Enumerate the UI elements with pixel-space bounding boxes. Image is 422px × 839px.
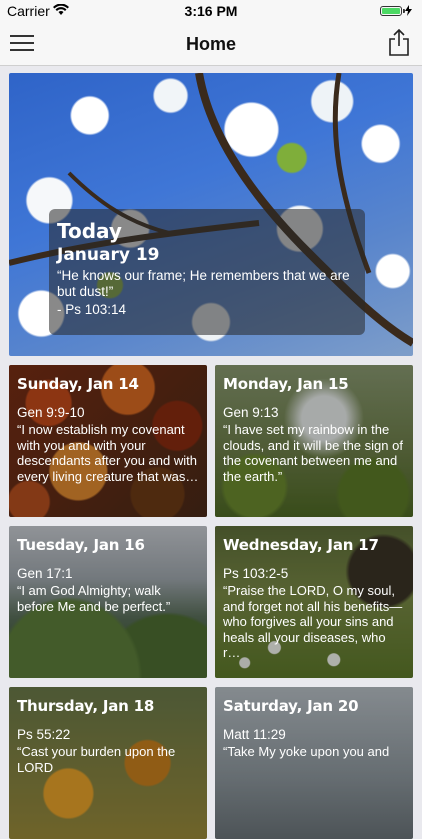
card-verse: “I have set my rainbow in the clouds, an… [223, 422, 403, 484]
devotion-card-thursday[interactable]: Thursday, Jan 18 Ps 55:22 “Cast your bur… [9, 687, 207, 839]
card-reference: Gen 9:13 [223, 405, 279, 420]
card-reference: Ps 103:2-5 [223, 566, 289, 581]
devotion-card-monday[interactable]: Monday, Jan 15 Gen 9:13 “I have set my r… [215, 365, 413, 517]
card-day: Thursday, Jan 18 [17, 697, 155, 715]
page-title: Home [185, 34, 236, 54]
card-verse: “Praise the LORD, O my soul, and forget … [223, 583, 403, 660]
share-icon[interactable] [388, 29, 410, 57]
card-day: Sunday, Jan 14 [17, 375, 139, 393]
today-quote: “He knows our frame; He remembers that w… [57, 268, 350, 299]
card-reference: Gen 17:1 [17, 566, 73, 581]
battery-icon [380, 5, 412, 16]
card-day: Monday, Jan 15 [223, 375, 349, 393]
clock: 3:16 PM [184, 3, 238, 19]
card-day: Wednesday, Jan 17 [223, 536, 379, 554]
card-verse: “I now establish my covenant with you an… [17, 422, 199, 484]
card-day: Tuesday, Jan 16 [17, 536, 145, 554]
today-date: January 19 [57, 245, 160, 265]
card-verse: “I am God Almighty; walk before Me and b… [17, 583, 171, 614]
devotion-card-saturday[interactable]: Saturday, Jan 20 Matt 11:29 “Take My yok… [215, 687, 413, 839]
navigation-bar: Home [0, 22, 422, 66]
card-reference: Ps 55:22 [17, 727, 71, 742]
card-verse: “Take My yoke upon you and [223, 744, 390, 759]
devotion-card-wednesday[interactable]: Wednesday, Jan 17 Ps 103:2-5 “Praise the… [215, 526, 413, 678]
card-day: Saturday, Jan 20 [223, 697, 359, 715]
today-reference: - Ps 103:14 [57, 302, 127, 317]
card-reference: Gen 9:9-10 [17, 405, 85, 420]
today-overlay: Today January 19 “He knows our frame; He… [49, 209, 365, 335]
status-bar: Carrier 3:16 PM [0, 0, 422, 22]
today-heading: Today [57, 219, 122, 243]
devotion-card-tuesday[interactable]: Tuesday, Jan 16 Gen 17:1 “I am God Almig… [9, 526, 207, 678]
today-card[interactable]: Today January 19 “He knows our frame; He… [9, 73, 413, 356]
charging-icon [405, 5, 412, 16]
card-verse: “Cast your burden upon the LORD [17, 744, 176, 775]
card-reference: Matt 11:29 [223, 727, 286, 742]
devotion-card-sunday[interactable]: Sunday, Jan 14 Gen 9:9-10 “I now establi… [9, 365, 207, 517]
